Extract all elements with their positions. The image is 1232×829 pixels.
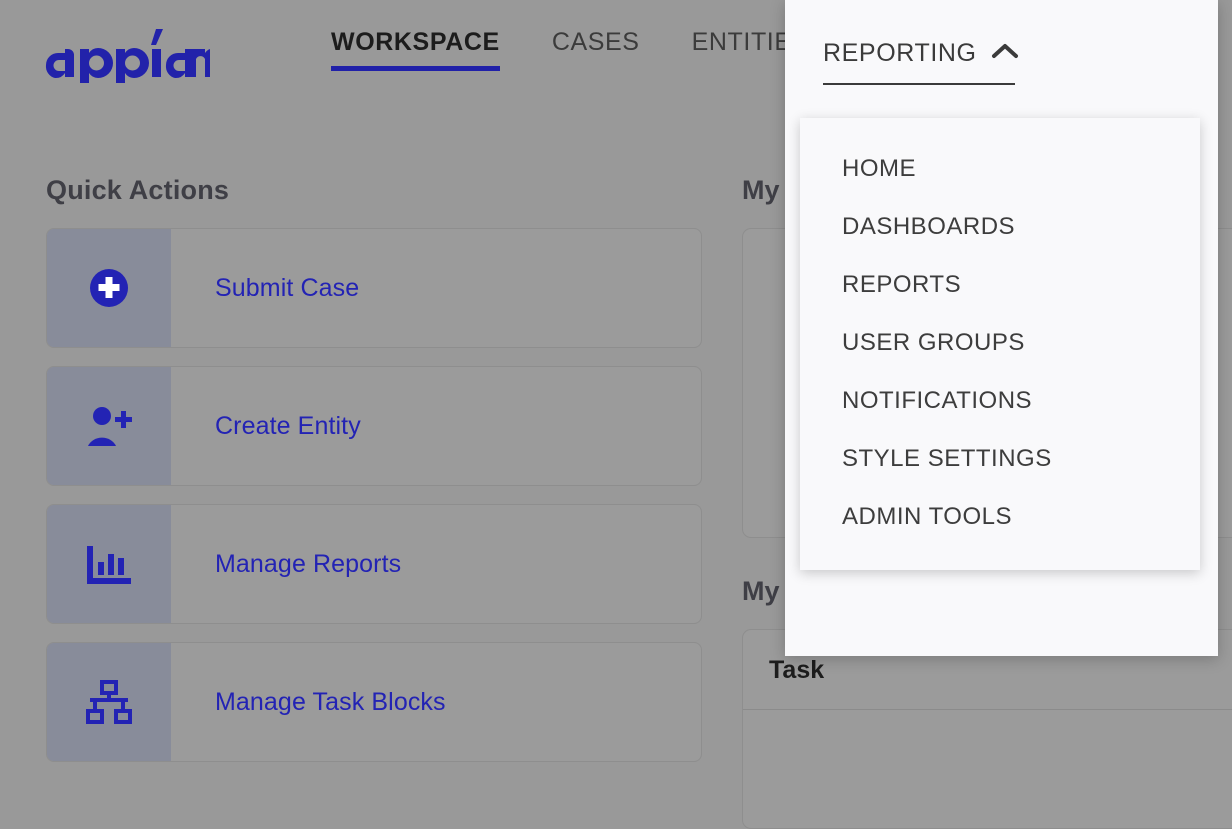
tab-reporting[interactable]: REPORTING <box>823 38 1019 85</box>
menu-item-admin-tools[interactable]: ADMIN TOOLS <box>800 488 1200 546</box>
quick-action-label: Create Entity <box>215 411 361 440</box>
sitemap-icon <box>47 643 171 761</box>
quick-action-manage-reports[interactable]: Manage Reports <box>46 504 702 624</box>
menu-item-home[interactable]: HOME <box>800 140 1200 198</box>
tab-workspace[interactable]: WORKSPACE <box>305 27 526 71</box>
chevron-up-icon <box>991 42 1019 65</box>
menu-item-style-settings[interactable]: STYLE SETTINGS <box>800 430 1200 488</box>
menu-item-user-groups[interactable]: USER GROUPS <box>800 314 1200 372</box>
menu-item-notifications[interactable]: NOTIFICATIONS <box>800 372 1200 430</box>
tab-reporting-label: REPORTING <box>823 39 977 67</box>
bar-chart-icon <box>47 505 171 623</box>
quick-action-manage-task-blocks[interactable]: Manage Task Blocks <box>46 642 702 762</box>
reporting-dropdown-menu: HOME DASHBOARDS REPORTS USER GROUPS NOTI… <box>800 118 1200 570</box>
nav-tab-list: WORKSPACE CASES ENTITIES <box>305 27 835 83</box>
user-plus-icon <box>47 367 171 485</box>
quick-action-label: Manage Reports <box>215 549 402 578</box>
menu-item-reports[interactable]: REPORTS <box>800 256 1200 314</box>
plus-circle-icon <box>47 229 171 347</box>
reporting-dropdown-overlay: REPORTING HOME DASHBOARDS REPORTS USER G… <box>785 0 1218 656</box>
quick-actions-title: Quick Actions <box>46 175 230 205</box>
quick-action-label: Manage Task Blocks <box>215 687 446 716</box>
quick-action-label: Submit Case <box>215 273 360 302</box>
appian-logo[interactable] <box>44 27 210 83</box>
quick-action-create-entity[interactable]: Create Entity <box>46 366 702 486</box>
menu-item-dashboards[interactable]: DASHBOARDS <box>800 198 1200 256</box>
quick-action-submit-case[interactable]: Submit Case <box>46 228 702 348</box>
quick-actions-section: Quick Actions Submit Case Create Entity … <box>46 175 702 780</box>
tab-cases[interactable]: CASES <box>526 27 666 71</box>
my-tasks-card: Task <box>742 629 1232 829</box>
